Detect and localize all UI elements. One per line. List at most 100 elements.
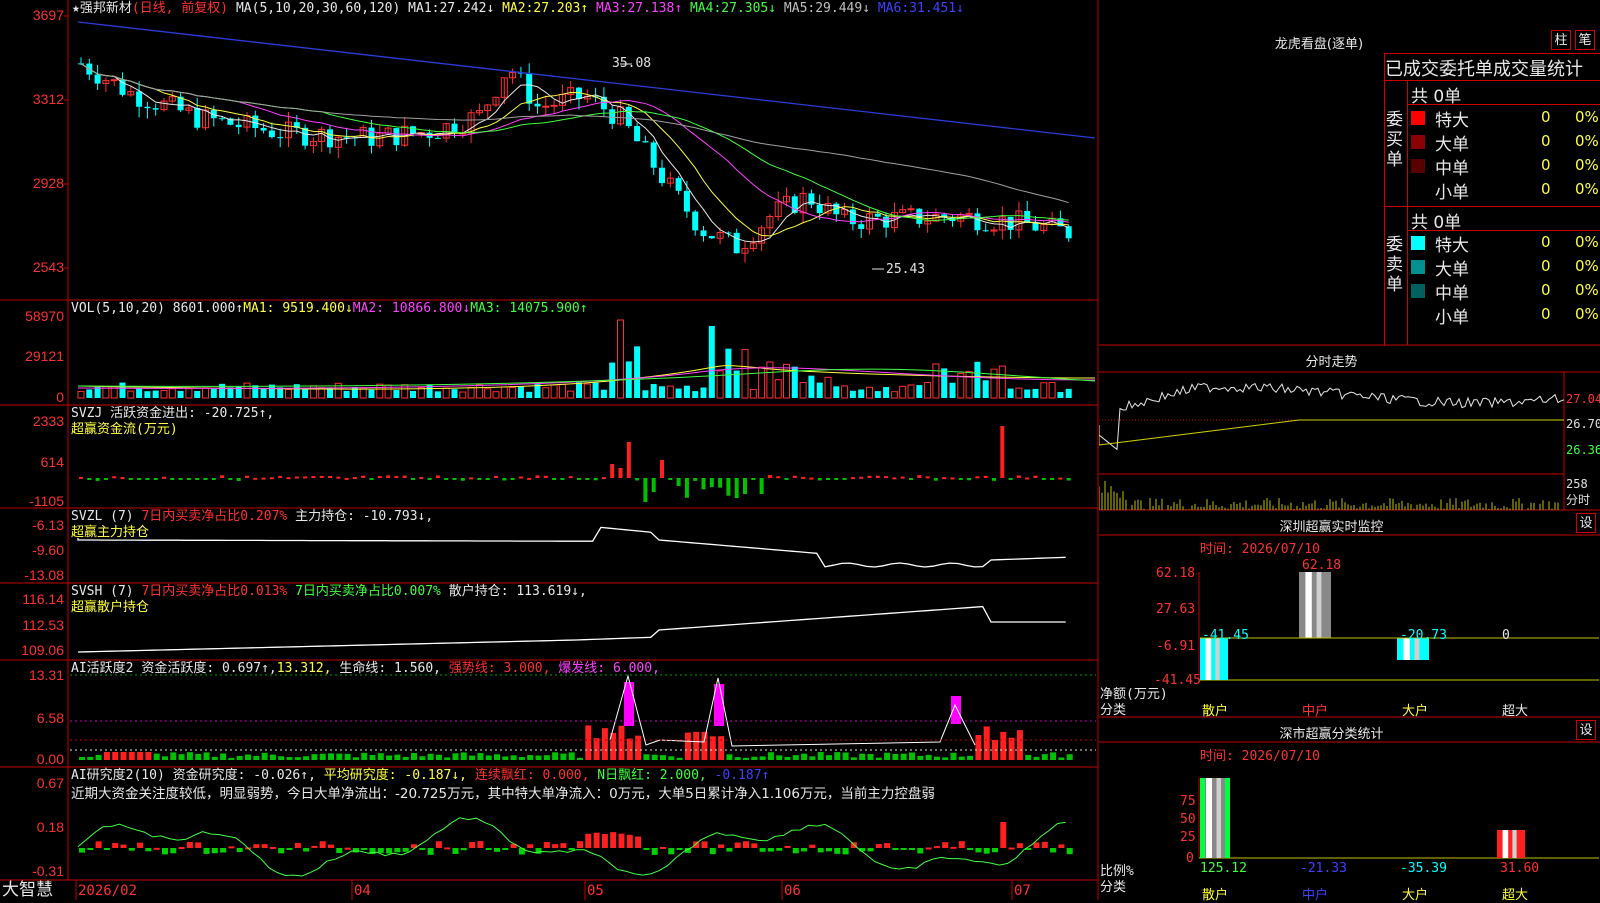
ai2-bar — [195, 842, 202, 848]
ai1-bar — [751, 756, 758, 760]
volume-bar — [127, 390, 135, 399]
svzj-bar — [170, 478, 175, 480]
ai2-bar — [560, 843, 567, 848]
volume-bar — [683, 385, 690, 398]
ai1-value: 13.312, — [276, 661, 332, 676]
ai1-bar — [1008, 737, 1015, 760]
svzj-bar — [875, 475, 880, 478]
ai2-bar — [1041, 841, 1048, 848]
classify-cat: 超大 — [1502, 888, 1529, 903]
ma4-value: 27.305↓ — [721, 1, 777, 16]
ai2-bar — [701, 841, 708, 848]
ai2-bar — [112, 842, 119, 848]
candle-body — [650, 142, 657, 168]
svzj-bar — [535, 475, 540, 478]
ai1-bar — [801, 753, 808, 760]
volume-bar — [475, 384, 483, 399]
svsh-line — [77, 605, 1066, 653]
ai1-title: AI活跃度2 — [71, 661, 134, 676]
svsh-title: SVSH (7) — [71, 584, 134, 599]
svzj-bar — [884, 476, 889, 479]
svzj-bar — [444, 478, 449, 480]
ai1-bar — [510, 755, 517, 760]
ai1-bar — [162, 756, 168, 760]
ai1-bar — [386, 755, 393, 760]
svzj-bar — [892, 477, 897, 480]
svsh-ratio1: 7日内买卖净占比0.013% — [141, 584, 288, 599]
monitor-bar-retail-shine — [1215, 638, 1220, 680]
ai2-bar — [494, 848, 500, 852]
svzj-bar — [427, 478, 432, 480]
ai2-bar — [137, 842, 144, 848]
candle-body — [110, 79, 118, 82]
monitor-xlabel: 分类 — [1100, 703, 1127, 718]
ai1-bar — [95, 754, 102, 760]
ai2-bar — [809, 844, 816, 848]
ai2-bar — [228, 846, 235, 849]
ai2-bar — [1058, 844, 1065, 848]
svzj-bar — [460, 478, 465, 481]
ai2-bar — [203, 848, 210, 854]
ai2-bar — [460, 848, 467, 851]
ai1-bar — [361, 752, 368, 760]
svzj-bar — [435, 475, 440, 478]
svzj-bar — [79, 476, 83, 479]
svzj-bar — [419, 476, 424, 479]
ai2-bar — [1066, 848, 1073, 855]
volume-bar — [442, 387, 450, 399]
ai1-bar — [195, 753, 202, 760]
svzj-bar — [975, 476, 980, 479]
volume-bar — [666, 385, 674, 399]
ai1-bar — [925, 754, 932, 760]
svzj-bar — [269, 477, 274, 480]
volume-bar — [708, 326, 715, 398]
ai1-bar — [303, 756, 310, 760]
right-panels-chart — [1099, 344, 1600, 859]
monitor-bar-mid — [1299, 572, 1331, 638]
ai1-bar — [236, 755, 243, 760]
ai2-header: AI研究度2(10) 资金研究度: -0.026↑, 平均研究度: -0.187… — [71, 769, 769, 782]
svzj-bar — [577, 478, 581, 480]
classify-value: 31.60 — [1500, 861, 1540, 876]
ma2-label: MA2: — [502, 1, 534, 16]
svzj-bar — [137, 478, 142, 480]
ai2-bar — [87, 848, 94, 850]
monitor-settings-button[interactable]: 设 — [1576, 513, 1596, 533]
classify-axis-tick: 25 — [1180, 830, 1196, 845]
ai1-bar — [419, 756, 426, 760]
ai1-bar — [884, 752, 891, 760]
ai2-bar — [726, 848, 733, 852]
ai1-bar — [527, 755, 534, 760]
volume-bar — [517, 386, 524, 398]
volume-bar — [949, 382, 956, 398]
candle-body — [907, 208, 915, 211]
monitor-cat: 大户 — [1402, 704, 1429, 719]
main-chart-area[interactable] — [0, 0, 1100, 900]
ai2-bar — [120, 844, 127, 848]
ai1-bar — [336, 753, 343, 760]
svzj-bar — [120, 477, 125, 480]
volume-bar — [567, 390, 575, 399]
intraday-vol-top: 258 — [1566, 477, 1588, 491]
svzj-bar — [469, 477, 474, 480]
ai2-bar — [253, 844, 260, 848]
ai1-bar — [369, 754, 376, 760]
ai2-bar — [386, 848, 393, 854]
volume-bar — [883, 387, 890, 398]
ai1-bar — [660, 755, 666, 760]
ai2-bar — [435, 841, 442, 848]
classify-bar-xl — [1497, 830, 1525, 858]
ai2-nday: N日飘红: 2.000, — [597, 768, 707, 783]
volume-bar — [260, 388, 267, 398]
ai1-bar — [427, 753, 434, 760]
svzj-header: SVZJ 活跃资金进出: -20.725↑, — [71, 406, 275, 421]
monitor-bar-retail-shine — [1205, 638, 1212, 680]
ai2-bar — [153, 847, 160, 850]
svzj-bar — [676, 478, 681, 487]
svzj-bar — [261, 477, 266, 480]
monitor-axis-tick: -6.91 — [1156, 639, 1196, 654]
ai2-bar — [162, 848, 168, 855]
classify-settings-button[interactable]: 设 — [1576, 720, 1596, 740]
svzj-bar — [585, 478, 590, 480]
ai2-extra: -0.187↑ — [714, 768, 770, 783]
